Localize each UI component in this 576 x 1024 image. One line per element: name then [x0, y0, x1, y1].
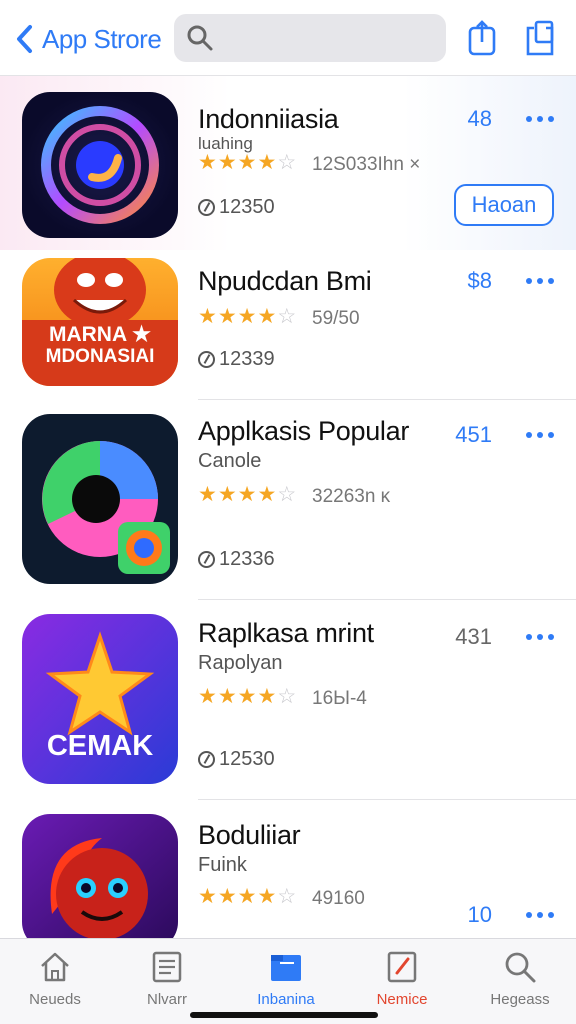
- tab-label: Hegeass: [490, 991, 550, 1008]
- home-indicator: [190, 1012, 378, 1018]
- icon-text: CEMAK: [46, 730, 154, 762]
- tab-label: Inbanina: [257, 991, 315, 1008]
- icon-text: MDONASIAI: [45, 346, 155, 367]
- icon-text: MARNA ★: [48, 323, 152, 346]
- download-count: 12350: [198, 196, 275, 219]
- app-name: Indonniiasia: [198, 104, 339, 134]
- search-icon: [505, 952, 536, 983]
- download-count: 12336: [198, 548, 275, 571]
- share-button[interactable]: [466, 20, 498, 56]
- back-label: App Strore: [42, 23, 162, 54]
- get-button[interactable]: Haoan: [454, 184, 554, 226]
- download-icon: [198, 199, 215, 216]
- app-name: Boduliiar: [198, 820, 301, 850]
- tab-nlvarr[interactable]: Nlvarr: [117, 949, 217, 1019]
- tab-label: Nlvarr: [147, 991, 187, 1008]
- download-count: 12530: [198, 748, 275, 771]
- list-icon: [152, 951, 182, 983]
- chevron-left-icon: [17, 25, 32, 53]
- star-rating: ★★★★☆: [198, 305, 298, 328]
- more-options-button[interactable]: [526, 276, 554, 286]
- download-count: 12339: [198, 348, 275, 371]
- rating-count: 59/50: [312, 308, 360, 329]
- folder-icon: [271, 955, 301, 981]
- app-icon: MARNA ★ MDONASIAI: [22, 258, 178, 386]
- tray-button[interactable]: [524, 20, 556, 56]
- list-item[interactable]: Boduliiar Fuink ★★★★☆ 49160 10: [0, 800, 576, 950]
- tab-hegeass[interactable]: Hegeass: [470, 949, 570, 1019]
- tab-nemice[interactable]: Nemice: [352, 949, 452, 1019]
- download-icon: [198, 751, 215, 768]
- share-icon: [468, 20, 496, 56]
- tray-icon: [526, 20, 554, 56]
- app-price: 451: [455, 422, 492, 447]
- tab-neueds[interactable]: Neueds: [5, 949, 105, 1019]
- search-input[interactable]: [222, 26, 422, 50]
- app-price: $8: [467, 268, 492, 293]
- list-item[interactable]: MARNA ★ MDONASIAI Npudcdan Bmi ★★★★☆ 59/…: [0, 250, 576, 400]
- rating-count: 49160: [312, 888, 365, 909]
- tab-inbanina[interactable]: Inbanina: [236, 949, 336, 1019]
- rating-count: 16Ы-4: [312, 688, 367, 709]
- app-price: 48: [467, 106, 492, 131]
- app-price: 10: [467, 902, 492, 927]
- list-item[interactable]: Applkasis Popular Canole ★★★★☆ 32263n ĸ …: [0, 400, 576, 600]
- star-rating: ★★★★☆: [198, 885, 298, 908]
- more-options-button[interactable]: [526, 910, 554, 920]
- star-rating: ★★★★☆: [198, 151, 298, 174]
- rating-count: 32263n ĸ: [312, 486, 391, 507]
- app-subtitle: Canole: [198, 450, 262, 472]
- app-name: Npudcdan Bmi: [198, 266, 372, 296]
- search-icon: [187, 25, 213, 51]
- search-bar[interactable]: [174, 14, 446, 62]
- app-name: Raplkasa mrint: [198, 618, 374, 648]
- more-options-button[interactable]: [526, 430, 554, 440]
- more-options-button[interactable]: [526, 114, 554, 124]
- back-button[interactable]: App Strore: [14, 22, 162, 56]
- app-subtitle: Fuink: [198, 854, 247, 876]
- app-icon: [22, 414, 178, 584]
- download-icon: [198, 351, 215, 368]
- app-price: 431: [455, 624, 492, 649]
- rating-count: 12S033Ihn ×: [312, 154, 421, 175]
- app-icon: [22, 92, 178, 238]
- app-icon: CEMAK: [22, 614, 178, 784]
- app-name: Applkasis Popular: [198, 416, 410, 446]
- house-icon: [41, 952, 69, 982]
- more-options-button[interactable]: [526, 632, 554, 642]
- tab-label: Neueds: [29, 991, 81, 1008]
- top-navigation-bar: App Strore: [0, 0, 576, 76]
- tab-label: Nemice: [376, 991, 428, 1008]
- app-subtitle: Rapolyan: [198, 652, 283, 674]
- download-icon: [198, 551, 215, 568]
- star-rating: ★★★★☆: [198, 483, 298, 506]
- star-rating: ★★★★☆: [198, 685, 298, 708]
- edit-icon: [387, 951, 417, 983]
- list-item[interactable]: CEMAK Raplkasa mrint Rapolyan ★★★★☆ 16Ы-…: [0, 600, 576, 800]
- app-icon: [22, 814, 178, 950]
- list-item[interactable]: Indonniiasia luahing ★★★★☆ 12S033Ihn × 1…: [0, 76, 576, 250]
